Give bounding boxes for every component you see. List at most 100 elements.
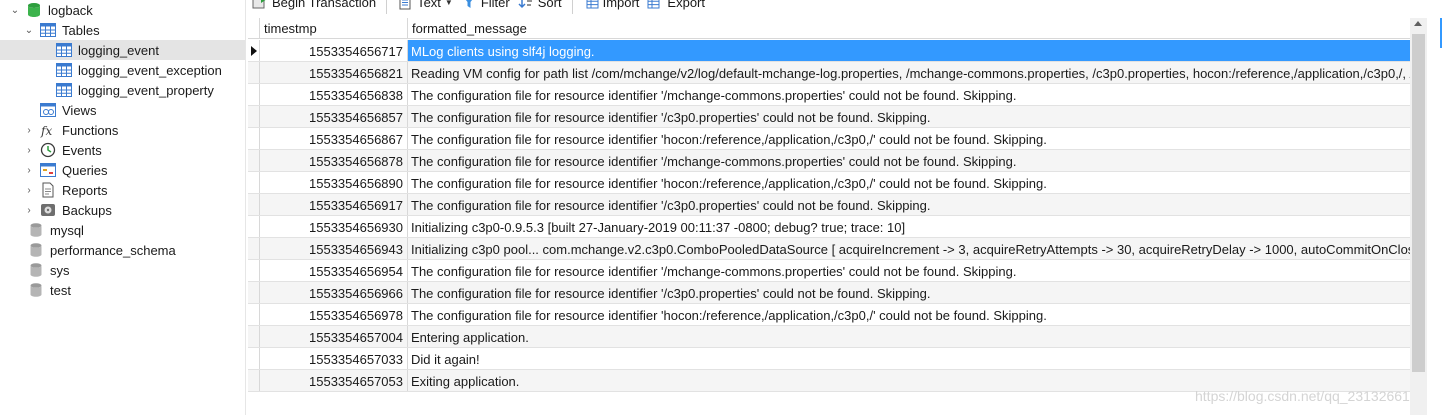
row-indicator[interactable] [248,282,260,303]
tree-folder-backups[interactable]: › Backups [0,200,245,220]
tree-folder-events[interactable]: › Events [0,140,245,160]
table-row[interactable]: 1553354656857 The configuration file for … [248,106,1410,128]
chevron-right-icon[interactable]: › [22,145,36,156]
table-row[interactable]: 1553354656890 The configuration file for … [248,172,1410,194]
cell-timestmp[interactable]: 1553354657004 [260,326,408,347]
database-icon [28,242,44,258]
cell-formatted-message[interactable]: Reading VM config for path list /com/mch… [408,62,1410,83]
table-row[interactable]: 1553354657033 Did it again! [248,348,1410,370]
row-indicator[interactable] [248,84,260,105]
cell-formatted-message[interactable]: The configuration file for resource iden… [408,304,1410,325]
row-indicator[interactable] [248,106,260,127]
cell-formatted-message[interactable]: The configuration file for resource iden… [408,260,1410,281]
row-indicator[interactable] [248,238,260,259]
cell-formatted-message[interactable]: The configuration file for resource iden… [408,172,1410,193]
table-row[interactable]: 1553354657004 Entering application. [248,326,1410,348]
cell-formatted-message[interactable]: Did it again! [408,348,1410,369]
tree-folder-functions[interactable]: › fx Functions [0,120,245,140]
table-row[interactable]: 1553354656917 The configuration file for … [248,194,1410,216]
tree-folder-tables[interactable]: ⌄ Tables [0,20,245,40]
cell-timestmp[interactable]: 1553354656917 [260,194,408,215]
row-indicator[interactable] [248,172,260,193]
cell-formatted-message[interactable]: The configuration file for resource iden… [408,84,1410,105]
cell-timestmp[interactable]: 1553354656838 [260,84,408,105]
export-button[interactable]: Export [643,0,709,10]
row-indicator[interactable] [248,62,260,83]
row-indicator[interactable] [248,40,260,61]
cell-formatted-message[interactable]: Initializing c3p0-0.9.5.3 [built 27-Janu… [408,216,1410,237]
cell-timestmp[interactable]: 1553354656857 [260,106,408,127]
tree-table-logging-event[interactable]: logging_event [0,40,245,60]
tree-folder-views[interactable]: Views [0,100,245,120]
cell-formatted-message[interactable]: MLog clients using slf4j logging. [408,40,1410,61]
vertical-scrollbar[interactable] [1410,18,1427,415]
tree-db-mysql[interactable]: mysql [0,220,245,240]
cell-timestmp[interactable]: 1553354656821 [260,62,408,83]
row-indicator[interactable] [248,194,260,215]
cell-formatted-message[interactable]: The configuration file for resource iden… [408,282,1410,303]
toolbar-divider [571,0,573,14]
cell-timestmp[interactable]: 1553354657033 [260,348,408,369]
cell-timestmp[interactable]: 1553354656867 [260,128,408,149]
row-indicator[interactable] [248,260,260,281]
cell-timestmp[interactable]: 1553354656717 [260,40,408,61]
table-row[interactable]: 1553354656930 Initializing c3p0-0.9.5.3 [… [248,216,1410,238]
row-indicator[interactable] [248,128,260,149]
cell-formatted-message[interactable]: The configuration file for resource iden… [408,194,1410,215]
cell-timestmp[interactable]: 1553354656966 [260,282,408,303]
tree-db-sys[interactable]: sys [0,260,245,280]
cell-timestmp[interactable]: 1553354656930 [260,216,408,237]
tree-table-logging-event-exception[interactable]: logging_event_exception [0,60,245,80]
table-row[interactable]: 1553354656978 The configuration file for … [248,304,1410,326]
table-row[interactable]: 1553354656717 MLog clients using slf4j lo… [248,40,1410,62]
cell-timestmp[interactable]: 1553354656943 [260,238,408,259]
table-row[interactable]: 1553354656838 The configuration file for … [248,84,1410,106]
cell-timestmp[interactable]: 1553354656978 [260,304,408,325]
cell-timestmp[interactable]: 1553354657053 [260,370,408,391]
scroll-up-arrow-icon[interactable] [1414,21,1422,26]
sort-button[interactable]: Sort [514,0,566,10]
column-header-timestmp[interactable]: timestmp [260,18,408,38]
row-indicator[interactable] [248,370,260,391]
table-row[interactable]: 1553354656821 Reading VM config for path … [248,62,1410,84]
tree-db-performance-schema[interactable]: performance_schema [0,240,245,260]
table-row[interactable]: 1553354656878 The configuration file for … [248,150,1410,172]
cell-formatted-message[interactable]: The configuration file for resource iden… [408,150,1410,171]
column-header-formatted-message[interactable]: formatted_message [408,18,1410,38]
table-row[interactable]: 1553354656966 The configuration file for … [248,282,1410,304]
row-indicator[interactable] [248,348,260,369]
scrollbar-thumb[interactable] [1412,34,1425,372]
tree-table-logging-event-property[interactable]: logging_event_property [0,80,245,100]
tree-db-test[interactable]: test [0,280,245,300]
row-indicator[interactable] [248,304,260,325]
chevron-down-icon[interactable]: ⌄ [22,25,36,36]
database-icon [28,222,44,238]
chevron-right-icon[interactable]: › [22,165,36,176]
tree-folder-queries[interactable]: › Queries [0,160,245,180]
row-indicator[interactable] [248,150,260,171]
tree-folder-reports[interactable]: › Reports [0,180,245,200]
cell-formatted-message[interactable]: Initializing c3p0 pool... com.mchange.v2… [408,238,1410,259]
begin-transaction-button[interactable]: Begin Transaction [248,0,380,10]
cell-formatted-message[interactable]: The configuration file for resource iden… [408,128,1410,149]
tree-db-logback[interactable]: ⌄ logback [0,0,245,20]
cell-formatted-message[interactable]: The configuration file for resource iden… [408,106,1410,127]
cell-timestmp[interactable]: 1553354656878 [260,150,408,171]
import-button[interactable]: Import [579,0,644,10]
chevron-right-icon[interactable]: › [22,125,36,136]
table-row[interactable]: 1553354656954 The configuration file for … [248,260,1410,282]
chevron-right-icon[interactable]: › [22,205,36,216]
chevron-down-icon[interactable]: ⌄ [8,5,22,16]
cell-timestmp[interactable]: 1553354656890 [260,172,408,193]
cell-timestmp[interactable]: 1553354656954 [260,260,408,281]
chevron-right-icon[interactable]: › [22,185,36,196]
cell-formatted-message[interactable]: Entering application. [408,326,1410,347]
row-indicator[interactable] [248,216,260,237]
table-row[interactable]: 1553354656867 The configuration file for … [248,128,1410,150]
text-view-button[interactable]: Text ▼ [393,0,457,10]
row-indicator[interactable] [248,326,260,347]
tree-item-label: test [50,282,71,298]
table-row[interactable]: 1553354656943 Initializing c3p0 pool... c… [248,238,1410,260]
filter-button[interactable]: Filter [457,0,514,10]
dropdown-caret-icon[interactable]: ▼ [445,0,453,7]
